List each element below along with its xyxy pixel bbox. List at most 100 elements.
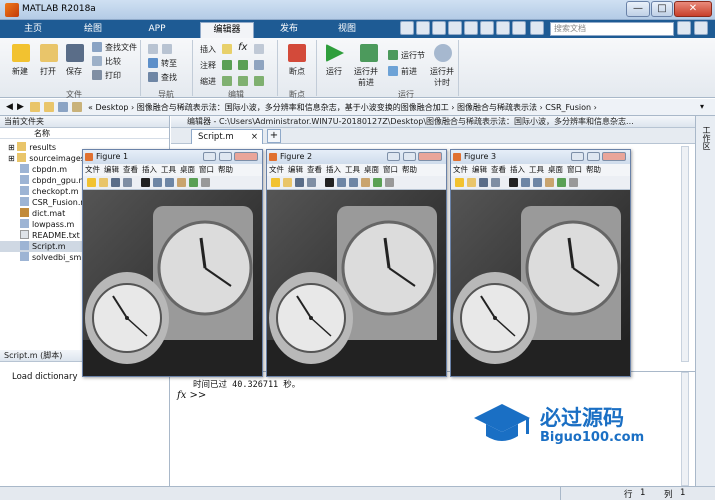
zoom-in-icon[interactable] (337, 178, 346, 187)
zoom-in-icon[interactable] (153, 178, 162, 187)
save-icon[interactable] (111, 178, 120, 187)
figure-maximize-button[interactable] (219, 152, 232, 161)
open-folder-icon[interactable] (40, 44, 58, 62)
fx-icon[interactable]: fx (238, 42, 247, 53)
comment-button[interactable]: 注释 (200, 60, 216, 71)
redo-quick-icon[interactable] (480, 21, 494, 35)
increase-indent-icon[interactable] (238, 76, 248, 86)
uncomment-icon[interactable] (238, 60, 248, 70)
new-button[interactable]: 新建 (12, 66, 28, 77)
figure-menu-item[interactable]: 查看 (491, 165, 506, 174)
open-button[interactable]: 打开 (40, 66, 56, 77)
insert-button[interactable]: 插入 (200, 44, 216, 55)
pointer-icon[interactable] (325, 178, 334, 187)
tab-script-m[interactable]: Script.m × (191, 129, 263, 144)
pan-hand-icon[interactable] (177, 178, 186, 187)
data-cursor-icon[interactable] (373, 178, 382, 187)
run-advance-button[interactable]: 运行并 前进 (354, 66, 378, 88)
add-tab-button[interactable]: + (267, 129, 281, 143)
new-figure-icon[interactable] (271, 178, 280, 187)
close-button[interactable]: ✕ (674, 1, 712, 17)
save-button[interactable]: 保存 (66, 66, 82, 77)
figure-minimize-button[interactable] (571, 152, 584, 161)
run-and-time-icon[interactable] (434, 44, 452, 62)
goto-button[interactable]: 转至 (161, 58, 177, 69)
figure-maximize-button[interactable] (587, 152, 600, 161)
figure-close-button[interactable] (602, 152, 626, 161)
save-icon[interactable] (295, 178, 304, 187)
figure-menu-item[interactable]: 编辑 (472, 165, 487, 174)
run-section-button[interactable]: 运行节 (401, 50, 425, 61)
folder-icon[interactable] (30, 102, 40, 112)
figure-menu-item[interactable]: 查看 (307, 165, 322, 174)
figure-minimize-button[interactable] (203, 152, 216, 161)
open-icon[interactable] (99, 178, 108, 187)
figure-window-2[interactable]: Figure 2 文件 编辑 查看 插入 工具 桌面 窗口 帮助 (266, 149, 447, 377)
help-question-icon[interactable] (530, 21, 544, 35)
figure-minimize-button[interactable] (387, 152, 400, 161)
path-dropdown-icon[interactable]: ▾ (700, 102, 704, 111)
figure-menu-item[interactable]: 桌面 (548, 165, 563, 174)
pointer-icon[interactable] (141, 178, 150, 187)
figure-menu-item[interactable]: 窗口 (567, 165, 582, 174)
figure-menu-item[interactable]: 桌面 (364, 165, 379, 174)
paste-quick-icon[interactable] (448, 21, 462, 35)
close-tab-icon[interactable]: × (251, 130, 258, 144)
find-button[interactable]: 查找 (161, 72, 177, 83)
figure-menu-item[interactable]: 帮助 (402, 165, 417, 174)
data-cursor-icon[interactable] (557, 178, 566, 187)
maximize-button[interactable]: □ (651, 1, 673, 17)
figure-menu-item[interactable]: 工具 (161, 165, 176, 174)
figure-menu-item[interactable]: 编辑 (288, 165, 303, 174)
up-folder-icon[interactable] (44, 102, 54, 112)
data-cursor-icon[interactable] (189, 178, 198, 187)
figure-menu-item[interactable]: 插入 (142, 165, 157, 174)
print-icon[interactable] (307, 178, 316, 187)
undo-quick-icon[interactable] (464, 21, 478, 35)
insert-options-icon[interactable] (254, 44, 264, 54)
figure-menu-item[interactable]: 文件 (85, 165, 100, 174)
new-figure-icon[interactable] (455, 178, 464, 187)
print-icon[interactable] (491, 178, 500, 187)
forward-arrow-icon[interactable] (162, 44, 172, 54)
search-documentation-input[interactable]: 搜索文档 (550, 22, 674, 36)
browse-folder-icon[interactable] (58, 102, 68, 112)
run-button[interactable]: 运行 (326, 66, 342, 77)
smart-indent-icon[interactable] (222, 76, 232, 86)
workspace-side-panel[interactable]: 工作区 (695, 116, 715, 486)
figure-close-button[interactable] (234, 152, 258, 161)
name-column-header[interactable]: 名称 (0, 128, 169, 139)
forward-nav-icon[interactable]: ▶ (17, 102, 24, 112)
minimize-button[interactable]: — (626, 1, 650, 17)
zoom-out-icon[interactable] (349, 178, 358, 187)
open-icon[interactable] (467, 178, 476, 187)
notifications-icon[interactable] (694, 21, 708, 35)
print-icon[interactable] (123, 178, 132, 187)
figure-window-3[interactable]: Figure 3 文件 编辑 查看 插入 工具 桌面 窗口 帮助 (450, 149, 631, 377)
run-play-icon[interactable] (326, 44, 344, 62)
brush-icon[interactable] (569, 178, 578, 187)
decrease-indent-icon[interactable] (254, 76, 264, 86)
pointer-icon[interactable] (509, 178, 518, 187)
pan-hand-icon[interactable] (361, 178, 370, 187)
search-icon[interactable] (677, 21, 691, 35)
command-scrollbar[interactable] (681, 372, 689, 486)
indent-button[interactable]: 缩进 (200, 76, 216, 87)
figure-menu-item[interactable]: 帮助 (586, 165, 601, 174)
open-icon[interactable] (283, 178, 292, 187)
back-arrow-icon[interactable] (148, 44, 158, 54)
save-quick-icon[interactable] (400, 21, 414, 35)
current-folder-path[interactable]: « Desktop › 图像融合与稀疏表示法：国际小波，多分辨率和信息杂志，基于… (88, 102, 597, 113)
new-icon[interactable] (12, 44, 30, 62)
pan-hand-icon[interactable] (545, 178, 554, 187)
save-icon[interactable] (66, 44, 84, 62)
compare-button[interactable]: 比较 (105, 56, 121, 67)
breakpoints-icon[interactable] (288, 44, 306, 62)
print-button[interactable]: 打印 (105, 70, 121, 81)
figure-menu-item[interactable]: 编辑 (104, 165, 119, 174)
help-quick-icon[interactable] (512, 21, 526, 35)
back-nav-icon[interactable]: ◀ (6, 102, 13, 112)
figure-window-1[interactable]: Figure 1 文件 编辑 查看 插入 工具 桌面 窗口 帮助 (82, 149, 263, 377)
breakpoints-button[interactable]: 断点 (289, 66, 305, 77)
figure-menu-item[interactable]: 插入 (510, 165, 525, 174)
